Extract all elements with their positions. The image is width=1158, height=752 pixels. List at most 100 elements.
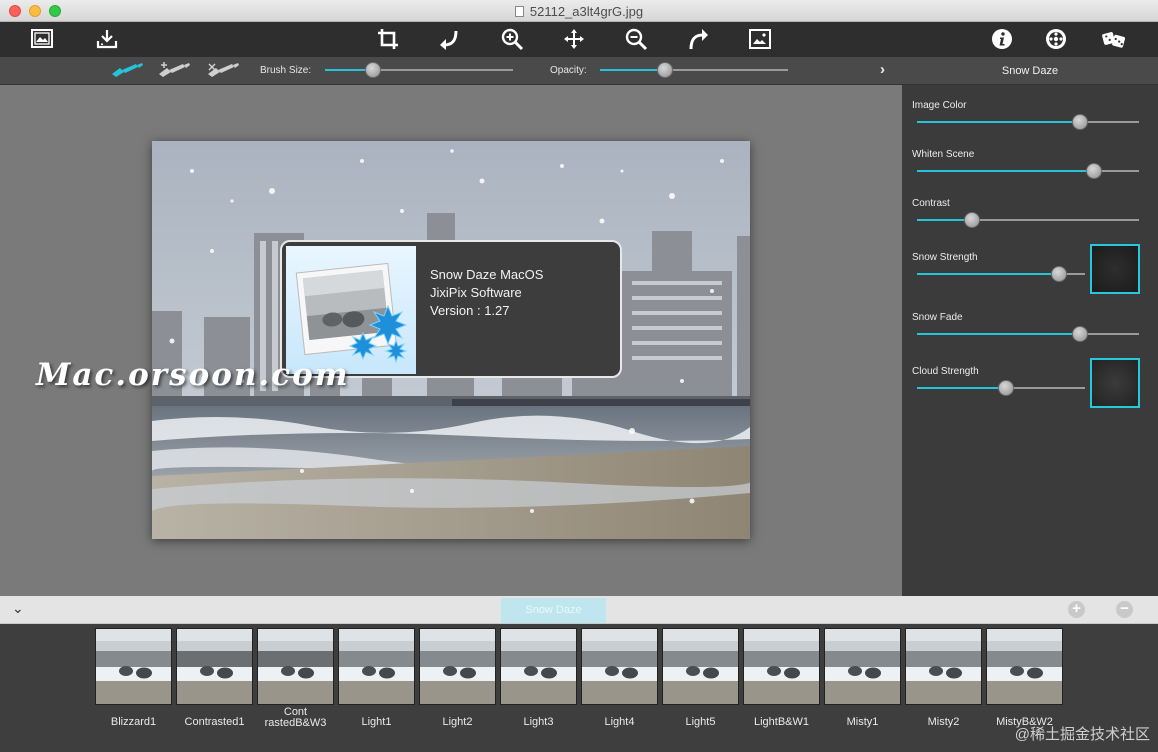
crop-button[interactable] <box>374 26 402 52</box>
preset-item[interactable]: Light3 <box>500 628 577 728</box>
preset-thumbnail-image <box>420 629 495 704</box>
rotate-right-button[interactable] <box>684 26 712 52</box>
preset-bar: ⌄ Snow Daze + − <box>0 596 1158 624</box>
settings-panel: Image Color Whiten Scene Contrast Snow Stre… <box>902 85 1158 596</box>
slider-fill <box>917 170 1094 172</box>
panel-slider[interactable] <box>917 380 1085 396</box>
corner-watermark: @稀土掘金技术社区 <box>1014 726 1150 743</box>
brush-erase-icon[interactable] <box>206 62 240 78</box>
brush-toolbar: Brush Size: Opacity: <box>0 57 902 85</box>
slider-knob[interactable] <box>1051 266 1067 282</box>
panel-title: Snow Daze <box>1001 65 1059 77</box>
preset-item[interactable]: Blizzard1 <box>95 628 172 728</box>
fit-image-button[interactable] <box>746 26 774 52</box>
preset-thumbnail[interactable] <box>500 628 577 705</box>
preset-thumbnail-image <box>96 629 171 704</box>
slider-knob[interactable] <box>1072 114 1088 130</box>
preset-item[interactable]: Cont rastedB&W3 <box>257 628 334 729</box>
preset-thumbnail[interactable] <box>95 628 172 705</box>
preset-thumbnail[interactable] <box>257 628 334 705</box>
preset-tab-snow-daze[interactable]: Snow Daze <box>501 598 606 623</box>
preset-thumbnail[interactable] <box>338 628 415 705</box>
random-dice-button[interactable] <box>1100 26 1128 52</box>
preset-label: Light3 <box>523 716 554 728</box>
effect-preview-swatch[interactable] <box>1090 358 1140 408</box>
open-image-icon <box>31 29 53 48</box>
preset-thumbnail[interactable] <box>986 628 1063 705</box>
zoom-out-button[interactable] <box>622 26 650 52</box>
slider-fill <box>917 121 1080 123</box>
image-canvas[interactable]: Snow Daze MacOS JixiPix Software Version… <box>0 85 902 596</box>
preset-thumbnail[interactable] <box>419 628 496 705</box>
preset-item[interactable]: Light1 <box>338 628 415 728</box>
remove-preset-button[interactable]: − <box>1116 601 1133 618</box>
preset-item[interactable]: MistyB&W2 <box>986 628 1063 728</box>
open-image-button[interactable] <box>28 26 56 52</box>
slider-fill <box>600 69 665 71</box>
watermark-text: Mac.orsoon.com <box>36 357 350 393</box>
info-button[interactable] <box>988 26 1016 52</box>
preset-item[interactable]: Light4 <box>581 628 658 728</box>
document-icon <box>514 6 524 17</box>
preset-item[interactable]: LightB&W1 <box>743 628 820 728</box>
preset-thumbnail-image <box>582 629 657 704</box>
preset-thumbnail[interactable] <box>743 628 820 705</box>
slider-fill <box>917 333 1080 335</box>
panel-slider[interactable] <box>917 163 1139 179</box>
zoom-in-button[interactable] <box>498 26 526 52</box>
random-dice-icon <box>1102 32 1126 48</box>
slider-knob[interactable] <box>1072 326 1088 342</box>
settings-wheel-button[interactable] <box>1042 26 1070 52</box>
slider-knob[interactable] <box>657 62 673 78</box>
preset-label: Light5 <box>685 716 716 728</box>
move-button[interactable] <box>560 26 588 52</box>
panel-header: Snow Daze <box>902 57 1158 85</box>
info-icon <box>992 29 1012 49</box>
preset-thumbnail[interactable] <box>581 628 658 705</box>
panel-slider[interactable] <box>917 212 1139 228</box>
panel-slider[interactable] <box>917 326 1139 342</box>
preset-item[interactable]: Misty1 <box>824 628 901 728</box>
preset-thumbnail-image <box>825 629 900 704</box>
settings-wheel-icon <box>1046 29 1066 49</box>
preset-thumbnail-image <box>987 629 1062 704</box>
brush-size-slider[interactable] <box>325 62 513 78</box>
preset-thumbnail[interactable] <box>905 628 982 705</box>
preset-label: Contrasted1 <box>184 716 245 728</box>
panel-slider[interactable] <box>917 266 1085 282</box>
collapse-chevron-down-icon[interactable]: ⌄ <box>12 600 24 617</box>
preset-item[interactable]: Light2 <box>419 628 496 728</box>
add-preset-button[interactable]: + <box>1068 601 1085 618</box>
panel-slider-label: Snow Fade <box>912 312 963 323</box>
preset-thumbnail-image <box>177 629 252 704</box>
preset-thumbnail-image <box>663 629 738 704</box>
slider-fill <box>917 387 1006 389</box>
rotate-left-button[interactable] <box>436 26 464 52</box>
preset-item[interactable]: Contrasted1 <box>176 628 253 728</box>
brush-add-icon[interactable] <box>157 62 191 78</box>
preset-label: Misty1 <box>846 716 879 728</box>
effect-preview-swatch[interactable] <box>1090 244 1140 294</box>
slider-knob[interactable] <box>998 380 1014 396</box>
preset-thumbnail[interactable] <box>824 628 901 705</box>
save-button[interactable] <box>93 26 121 52</box>
panel-slider-label: Snow Strength <box>912 252 978 263</box>
preset-item[interactable]: Light5 <box>662 628 739 728</box>
panel-slider[interactable] <box>917 114 1139 130</box>
about-company: JixiPix Software <box>430 285 522 300</box>
about-app-name: Snow Daze MacOS <box>430 267 544 282</box>
preset-thumbnail[interactable] <box>662 628 739 705</box>
title-bar: 52112_a3lt4grG.jpg <box>0 0 1158 22</box>
brush-paint-icon[interactable] <box>110 62 144 78</box>
fit-image-icon <box>749 29 771 49</box>
slider-knob[interactable] <box>365 62 381 78</box>
expand-panel-chevron-icon[interactable]: › <box>880 61 885 78</box>
preset-thumbnail[interactable] <box>176 628 253 705</box>
rotate-right-icon <box>689 29 708 50</box>
window-title: 52112_a3lt4grG.jpg <box>0 4 1158 19</box>
slider-knob[interactable] <box>1086 163 1102 179</box>
preset-item[interactable]: Misty2 <box>905 628 982 728</box>
opacity-slider[interactable] <box>600 62 788 78</box>
slider-knob[interactable] <box>964 212 980 228</box>
preset-label: Cont rastedB&W3 <box>264 706 327 729</box>
